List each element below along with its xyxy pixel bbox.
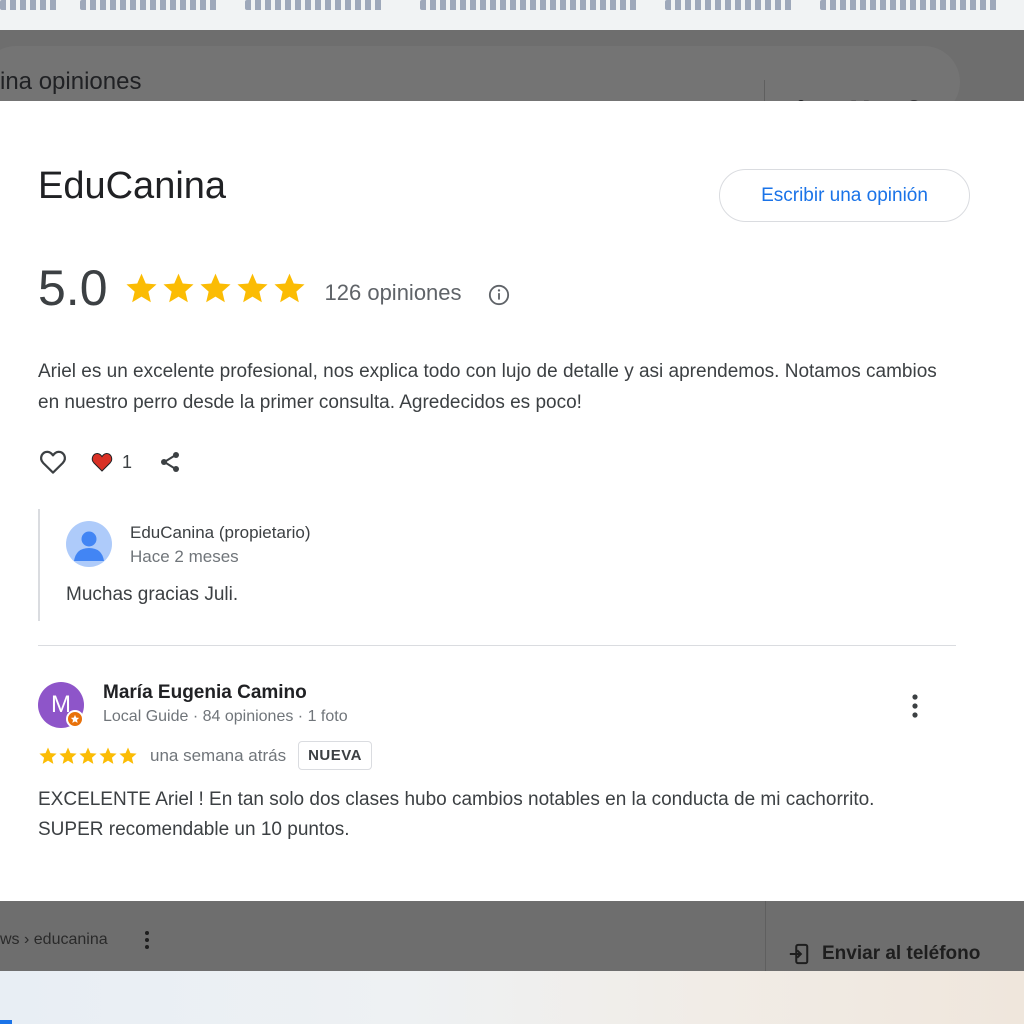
review-count: 126 opiniones <box>324 280 462 305</box>
star-icon <box>59 747 77 764</box>
star-icon <box>236 273 268 302</box>
heart-reaction-icon[interactable] <box>90 450 114 474</box>
reaction-count: 1 <box>122 451 133 472</box>
search-bar-area: ina opiniones <box>0 30 1024 132</box>
avatar <box>66 521 112 567</box>
divider <box>765 901 766 971</box>
star-icon <box>273 273 305 302</box>
business-name: EduCanina <box>38 165 227 207</box>
person-icon <box>74 531 104 561</box>
star-icon <box>79 747 97 764</box>
reviews-panel: EduCanina Escribir una opinión 5.0 126 o… <box>0 101 1024 901</box>
star-icon <box>162 273 194 302</box>
owner-reply-text: Muchas gracias Juli. <box>66 584 239 605</box>
rating-value: 5.0 <box>38 260 108 316</box>
star-icon <box>125 273 157 302</box>
owner-name: EduCanina (propietario) <box>130 523 311 542</box>
review-stars <box>38 746 138 766</box>
more-vert-icon[interactable] <box>140 929 154 951</box>
review-text: Ariel es un excelente profesional, nos e… <box>38 361 937 413</box>
star-icon <box>199 273 231 302</box>
owner-reply: EduCanina (propietario) Hace 2 meses Muc… <box>38 509 938 621</box>
review-actions: 1 <box>38 447 182 477</box>
info-icon[interactable] <box>488 284 510 306</box>
rating-stars <box>124 271 307 306</box>
taskbar-indicator <box>0 1020 12 1024</box>
star-icon <box>119 747 137 764</box>
results-area: ws › educanina Enviar al teléfono <box>0 901 1024 971</box>
reviewer-meta: Local Guide · 84 opiniones · 1 foto <box>103 708 348 725</box>
browser-tab-strip <box>0 0 1024 30</box>
review-time: una semana atrás <box>150 745 287 765</box>
heart-outline-icon[interactable] <box>38 447 68 477</box>
more-vert-icon[interactable] <box>903 691 927 721</box>
local-guide-badge-icon <box>66 710 84 728</box>
review-text: EXCELENTE Ariel ! En tan solo dos clases… <box>38 789 875 840</box>
star-icon <box>39 747 57 764</box>
rating-summary: 5.0 126 opiniones <box>38 259 462 317</box>
send-to-phone-label: Enviar al teléfono <box>822 943 981 964</box>
write-review-button[interactable]: Escribir una opinión <box>719 169 970 222</box>
reviewer-name[interactable]: María Eugenia Camino <box>103 682 307 704</box>
taskbar <box>0 971 1024 1024</box>
review-rating-row: una semana atrás NUEVA <box>38 741 372 770</box>
divider <box>38 645 956 646</box>
new-badge: NUEVA <box>298 741 372 770</box>
breadcrumb[interactable]: ws › educanina <box>0 931 108 949</box>
send-to-phone-button[interactable]: Enviar al teléfono <box>788 943 980 965</box>
search-input[interactable]: ina opiniones <box>0 68 141 96</box>
send-to-phone-icon <box>789 943 809 965</box>
star-icon <box>99 747 117 764</box>
owner-reply-time: Hace 2 meses <box>130 547 239 566</box>
share-icon[interactable] <box>158 450 182 474</box>
